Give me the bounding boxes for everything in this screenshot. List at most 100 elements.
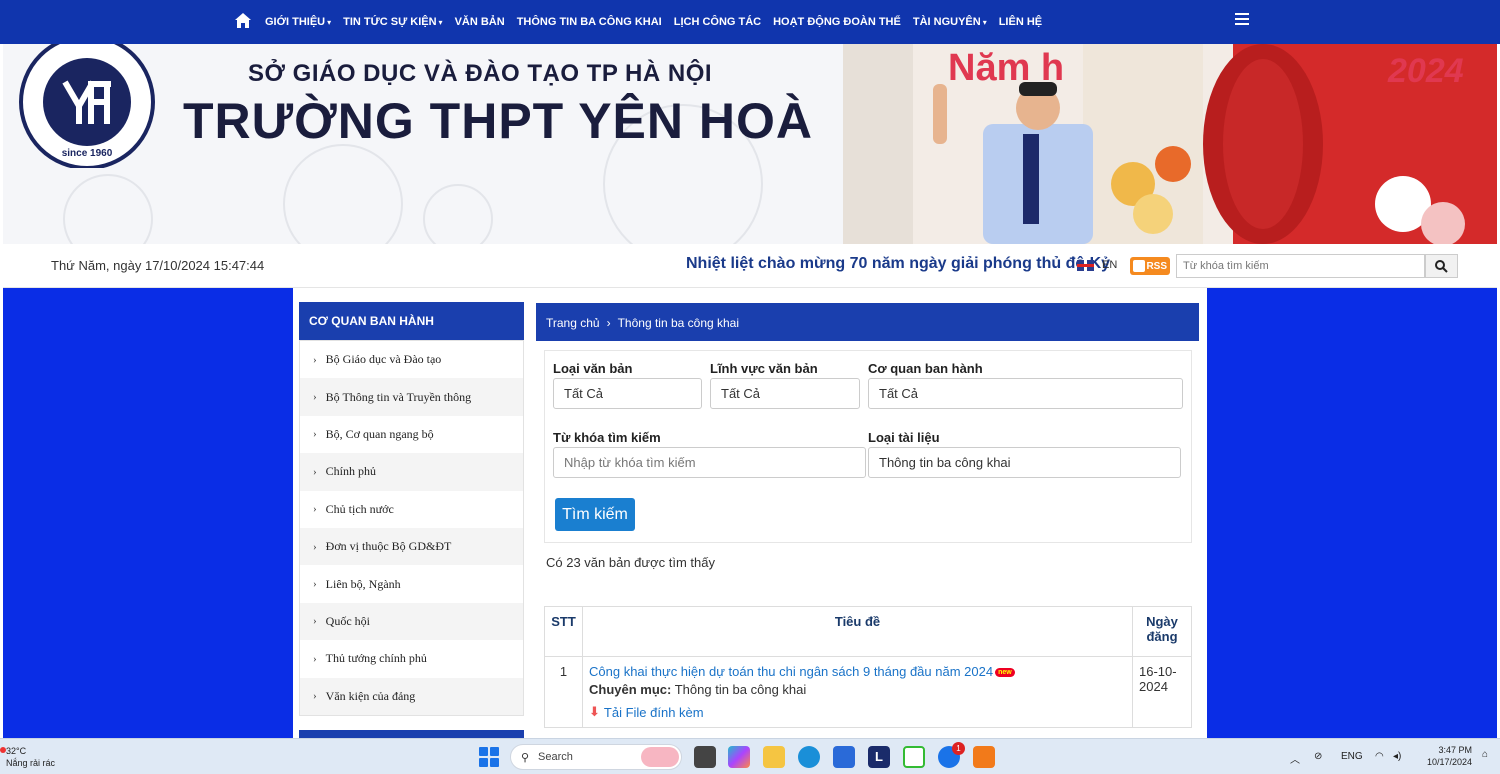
- uk-flag-icon[interactable]: [1077, 259, 1094, 271]
- nav-item-label[interactable]: TIN TỨC SỰ KIỆN: [343, 16, 436, 28]
- nav-item-label[interactable]: GIỚI THIỆU: [265, 16, 325, 28]
- nav-item-label[interactable]: LIÊN HỆ: [999, 16, 1042, 28]
- sidebar-item[interactable]: › Thủ tướng chính phủ: [300, 640, 523, 677]
- sidebar-item-label[interactable]: Bộ Thông tin và Truyền thông: [326, 390, 471, 405]
- sidebar-item-label[interactable]: Chủ tịch nước: [326, 502, 394, 517]
- sidebar-item[interactable]: › Chính phủ: [300, 453, 523, 491]
- taskbar-search[interactable]: ⚲ Search: [510, 744, 682, 770]
- school-logo[interactable]: since 1960: [17, 44, 157, 170]
- windows-taskbar: 32°C Nắng rải rác ⚲ Search L 1 ︿ ⊘ ENG ◠…: [0, 738, 1500, 774]
- nav-item-7[interactable]: LIÊN HỆ: [999, 16, 1042, 28]
- hamburger-menu-icon[interactable]: [1235, 13, 1257, 31]
- sidebar-item-label[interactable]: Chính phủ: [326, 464, 376, 479]
- new-badge: new: [995, 668, 1015, 678]
- network-icon[interactable]: ⊘: [1314, 751, 1322, 762]
- nav-item-0[interactable]: GIỚI THIỆU ▾: [265, 16, 331, 28]
- sidebar-item-label[interactable]: Đơn vị thuộc Bộ GD&ĐT: [326, 539, 452, 554]
- material-select[interactable]: Thông tin ba công khai: [868, 447, 1181, 478]
- svg-text:Năm h: Năm h: [948, 47, 1064, 89]
- keyword-label: Từ khóa tìm kiếm: [553, 430, 661, 445]
- chevron-right-icon: ›: [606, 316, 611, 330]
- document-link[interactable]: Công khai thực hiện dự toán thu chi ngân…: [589, 664, 993, 679]
- rss-label: RSS: [1146, 260, 1167, 272]
- store-icon[interactable]: [833, 746, 855, 768]
- file-explorer-icon[interactable]: [763, 746, 785, 768]
- nav-item-3[interactable]: THÔNG TIN BA CÔNG KHAI: [517, 16, 662, 28]
- banner-photo: Năm h 2024: [843, 44, 1497, 244]
- sidebar-item[interactable]: › Bộ Giáo dục và Đào tạo: [300, 341, 523, 378]
- agency-select[interactable]: Tất Cả: [868, 378, 1183, 409]
- nav-item-4[interactable]: LỊCH CÔNG TÁC: [674, 16, 761, 28]
- system-clock[interactable]: 3:47 PM 10/17/2024: [1422, 744, 1472, 768]
- column-header-title: Tiêu đề: [582, 606, 1133, 657]
- sidebar-item-label[interactable]: Thủ tướng chính phủ: [326, 651, 427, 666]
- field-select[interactable]: Tất Cả: [710, 378, 860, 409]
- breadcrumb-current[interactable]: Thông tin ba công khai: [618, 316, 739, 330]
- site-search-input[interactable]: Từ khóa tìm kiếm: [1176, 254, 1425, 278]
- nav-item-6[interactable]: TÀI NGUYÊN ▾: [913, 16, 987, 28]
- info-bar: Thứ Năm, ngày 17/10/2024 15:47:44 Nhiệt …: [3, 244, 1497, 288]
- sidebar-item-label[interactable]: Quốc hội: [326, 614, 370, 629]
- search-submit-button[interactable]: Tìm kiếm: [555, 498, 635, 531]
- sidebar-item[interactable]: › Bộ, Cơ quan ngang bộ: [300, 416, 523, 453]
- weather-widget[interactable]: 32°C Nắng rải rác: [0, 745, 55, 769]
- nav-item-label[interactable]: HOẠT ĐỘNG ĐOÀN THỂ: [773, 16, 901, 28]
- app-l-icon[interactable]: L: [868, 746, 890, 768]
- sidebar-item[interactable]: › Đơn vị thuộc Bộ GD&ĐT: [300, 527, 523, 566]
- school-name: TRƯỜNG THPT YÊN HOÀ: [183, 93, 814, 149]
- volume-icon[interactable]: ◂): [1393, 751, 1401, 762]
- download-attachment-link[interactable]: ⬇ Tải File đính kèm: [589, 704, 1126, 720]
- caret-down-icon: ▾: [327, 18, 332, 27]
- sidebar-item[interactable]: › Bộ Thông tin và Truyền thông: [300, 378, 523, 416]
- nav-item-label[interactable]: TÀI NGUYÊN: [913, 16, 981, 28]
- notifications-icon[interactable]: ⌂: [1482, 749, 1488, 760]
- breadcrumb: Trang chủ › Thông tin ba công khai: [536, 303, 1199, 341]
- wifi-icon[interactable]: ◠: [1375, 751, 1384, 762]
- sidebar-item-label[interactable]: Văn kiện của đảng: [326, 689, 416, 704]
- sidebar-item-label[interactable]: Bộ Giáo dục và Đào tạo: [326, 352, 442, 367]
- nav-item-label[interactable]: VĂN BẢN: [455, 16, 505, 28]
- sidebar-item[interactable]: › Liên bộ, Ngành: [300, 565, 523, 602]
- table-row: 1 Công khai thực hiện dự toán thu chi ng…: [544, 656, 1192, 728]
- current-datetime: Thứ Năm, ngày 17/10/2024 15:47:44: [51, 258, 265, 273]
- edge-browser-icon[interactable]: [798, 746, 820, 768]
- task-view-icon[interactable]: [694, 746, 716, 768]
- taskbar-search-label: Search: [538, 751, 573, 763]
- chevron-right-icon: ›: [313, 391, 317, 404]
- doc-type-select[interactable]: Tất Cả: [553, 378, 702, 409]
- notification-badge: 1: [952, 742, 965, 755]
- sidebar-item-label[interactable]: Bộ, Cơ quan ngang bộ: [326, 427, 434, 442]
- rss-button[interactable]: RSS: [1130, 257, 1170, 275]
- search-button[interactable]: [1425, 254, 1458, 278]
- nav-item-label[interactable]: LỊCH CÔNG TÁC: [674, 16, 761, 28]
- temperature: 32°C: [6, 746, 27, 756]
- nav-item-2[interactable]: VĂN BẢN: [455, 16, 505, 28]
- chevron-right-icon: ›: [313, 615, 317, 628]
- svg-text:since 1960: since 1960: [62, 148, 113, 159]
- download-label[interactable]: Tải File đính kèm: [604, 705, 704, 720]
- svg-text:2024: 2024: [1387, 52, 1464, 90]
- home-icon[interactable]: [234, 12, 252, 30]
- input-language[interactable]: ENG: [1341, 751, 1363, 762]
- language-label[interactable]: EN: [1102, 259, 1117, 271]
- start-button[interactable]: [479, 747, 499, 767]
- department-name: SỞ GIÁO DỤC VÀ ĐÀO TẠO TP HÀ NỘI: [248, 60, 713, 87]
- category-label: Chuyên mục:: [589, 682, 672, 697]
- sidebar-item[interactable]: › Quốc hội: [300, 602, 523, 641]
- copilot-icon[interactable]: [728, 746, 750, 768]
- sidebar-item[interactable]: › Văn kiện của đảng: [300, 677, 523, 715]
- site-banner: since 1960 SỞ GIÁO DỤC VÀ ĐÀO TẠO TP HÀ …: [3, 44, 1497, 244]
- language-switch[interactable]: EN: [1077, 259, 1117, 271]
- nav-item-label[interactable]: THÔNG TIN BA CÔNG KHAI: [517, 16, 662, 28]
- sidebar-item-label[interactable]: Liên bộ, Ngành: [326, 577, 401, 592]
- nav-item-5[interactable]: HOẠT ĐỘNG ĐOÀN THỂ: [773, 16, 901, 28]
- nav-item-1[interactable]: TIN TỨC SỰ KIỆN ▾: [343, 16, 442, 28]
- announcement-marquee[interactable]: Nhiệt liệt chào mừng 70 năm ngày giải ph…: [686, 255, 1110, 273]
- keyword-input[interactable]: Nhập từ khóa tìm kiếm: [553, 447, 866, 478]
- row-stt: 1: [544, 656, 583, 728]
- sidebar-item[interactable]: › Chủ tịch nước: [300, 491, 523, 528]
- app-orange-icon[interactable]: [973, 746, 995, 768]
- chrome-app-icon[interactable]: [903, 746, 925, 768]
- chevron-up-icon[interactable]: ︿: [1290, 751, 1300, 766]
- breadcrumb-home[interactable]: Trang chủ: [546, 316, 600, 330]
